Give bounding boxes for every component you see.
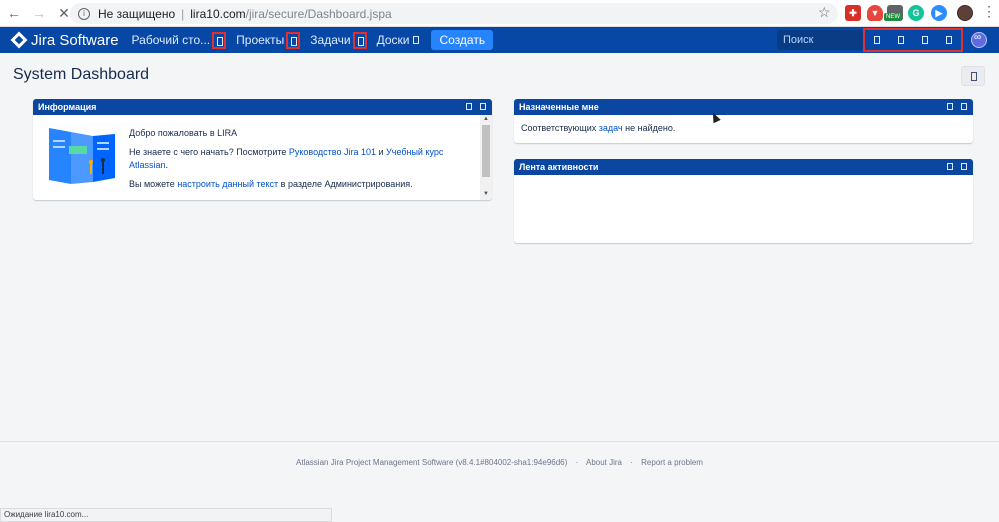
menu-dashboards-label: Рабочий сто... — [131, 33, 211, 47]
extension-shield-icon[interactable]: ▼ — [867, 5, 883, 21]
menu-issues[interactable]: Задачи — [310, 31, 367, 49]
gadget-menu-icon[interactable] — [961, 103, 967, 110]
footer: Atlassian Jira Project Management Softwa… — [0, 458, 999, 467]
chevron-down-icon[interactable] — [352, 31, 367, 49]
create-button[interactable]: Создать — [431, 30, 494, 50]
scroll-thumb[interactable] — [482, 125, 490, 177]
gadget-activity-stream: Лента активности — [514, 159, 973, 243]
url-host: lira10.com — [190, 6, 246, 21]
jira-header: Jira Software Рабочий сто... Проекты Зад… — [0, 27, 999, 53]
security-label: Не защищено — [98, 6, 176, 21]
gadget-body: Соответствующих задач не найдено. — [514, 115, 973, 141]
gadget-header: Информация — [33, 99, 492, 115]
search-input[interactable]: Поиск — [777, 30, 863, 50]
menu-dashboards[interactable]: Рабочий сто... — [131, 31, 227, 49]
welcome-illustration-icon — [49, 128, 115, 184]
text-segment: Соответствующих — [521, 123, 599, 133]
url-path: /jira/secure/Dashboard.jspa — [245, 6, 392, 21]
scroll-down-icon[interactable]: ▼ — [483, 191, 489, 197]
footer-divider — [0, 441, 999, 442]
help-icon[interactable] — [922, 36, 928, 44]
address-bar[interactable]: i Не защищено | lira10.com/jira/secure/D… — [70, 3, 838, 24]
footer-dot: · — [575, 458, 579, 467]
gadget-controls — [947, 103, 967, 110]
menu-boards-label: Доски — [376, 33, 410, 47]
gadget-header: Назначенные мне — [514, 99, 973, 115]
settings-icon[interactable] — [946, 36, 952, 44]
getting-started-text: Не знаете с чего начать? Посмотрите Руко… — [129, 146, 474, 172]
bookmark-star-icon[interactable]: ☆ — [818, 4, 831, 21]
report-problem-link[interactable]: Report a problem — [641, 458, 703, 467]
about-jira-link[interactable]: About Jira — [586, 458, 622, 467]
chevron-down-icon[interactable] — [286, 31, 301, 49]
page-title: System Dashboard — [13, 66, 150, 83]
gadget-assigned-to-me: Назначенные мне Соответствующих задач не… — [514, 99, 973, 143]
minimize-icon[interactable] — [947, 163, 953, 170]
text-segment: не найдено. — [622, 123, 676, 133]
zoom-extension-icon[interactable]: ▶ — [931, 5, 947, 21]
chevron-down-icon[interactable] — [413, 36, 420, 44]
gadget-menu-icon[interactable] — [480, 103, 486, 110]
menu-projects-label: Проекты — [236, 33, 285, 47]
footer-dot: · — [630, 458, 633, 467]
user-avatar[interactable] — [971, 32, 987, 48]
feedback-icon[interactable] — [874, 36, 880, 44]
menu-issues-label: Задачи — [310, 33, 351, 47]
issues-link[interactable]: задач — [599, 123, 623, 133]
customize-text-link[interactable]: настроить данный текст — [177, 179, 278, 189]
gadget-scrollbar[interactable]: ▲ ▼ — [480, 115, 492, 200]
text-segment: в разделе Администрирования. — [278, 179, 413, 189]
info-icon[interactable]: i — [78, 7, 90, 20]
address-separator: | — [181, 6, 185, 21]
gadget-information: Информация Добро пожаловать в LIRA Не зн… — [33, 99, 492, 200]
jira-logo[interactable]: Jira Software — [10, 31, 119, 49]
welcome-heading: Добро пожаловать в LIRA — [129, 128, 238, 138]
minimize-icon[interactable] — [947, 103, 953, 110]
menu-boards[interactable]: Доски — [377, 33, 420, 47]
scroll-up-icon[interactable]: ▲ — [483, 116, 489, 122]
logo-text: Jira Software — [31, 31, 119, 49]
grammarly-icon[interactable]: G — [908, 5, 924, 21]
info-text: Добро пожаловать в LIRA Не знаете с чего… — [129, 127, 474, 197]
gadget-body: Добро пожаловать в LIRA Не знаете с чего… — [33, 115, 492, 200]
browser-toolbar: ← → ✕ i Не защищено | lira10.com/jira/se… — [0, 0, 999, 27]
notifications-icon[interactable] — [898, 36, 904, 44]
forward-button[interactable]: → — [28, 2, 50, 24]
text-segment: Не знаете с чего начать? Посмотрите — [129, 147, 289, 157]
browser-menu-icon[interactable]: ⋮ — [982, 4, 996, 18]
chevron-down-icon[interactable] — [212, 31, 227, 49]
gadget-title: Информация — [38, 102, 97, 112]
text-segment: Вы можете — [129, 179, 178, 189]
browser-status-bar: Ожидание lira10.com... — [0, 508, 332, 522]
gadget-controls — [466, 103, 486, 110]
footer-version: Atlassian Jira Project Management Softwa… — [296, 458, 568, 467]
new-badge: NEW — [884, 13, 902, 21]
gadget-controls — [947, 163, 967, 170]
text-segment: . — [165, 160, 169, 170]
customize-text: Вы можете настроить данный текст в разде… — [129, 178, 474, 191]
dashboard-tools-button[interactable] — [961, 66, 985, 86]
gadget-menu-icon[interactable] — [961, 163, 967, 170]
jira-logo-icon — [10, 31, 28, 49]
text-segment: и — [376, 147, 387, 157]
main-menu: Рабочий сто... Проекты Задачи Доски Созд… — [132, 30, 494, 50]
gadget-title: Назначенные мне — [519, 102, 599, 112]
extension-red-icon[interactable]: ✚ — [845, 5, 861, 21]
gadget-title: Лента активности — [519, 162, 599, 172]
header-icon-group — [863, 28, 963, 52]
gadget-header: Лента активности — [514, 159, 973, 175]
browser-profile-avatar[interactable] — [957, 5, 973, 21]
menu-projects[interactable]: Проекты — [236, 31, 301, 49]
jira-101-link[interactable]: Руководство Jira 101 — [289, 147, 376, 157]
back-button[interactable]: ← — [3, 2, 25, 24]
minimize-icon[interactable] — [466, 103, 472, 110]
